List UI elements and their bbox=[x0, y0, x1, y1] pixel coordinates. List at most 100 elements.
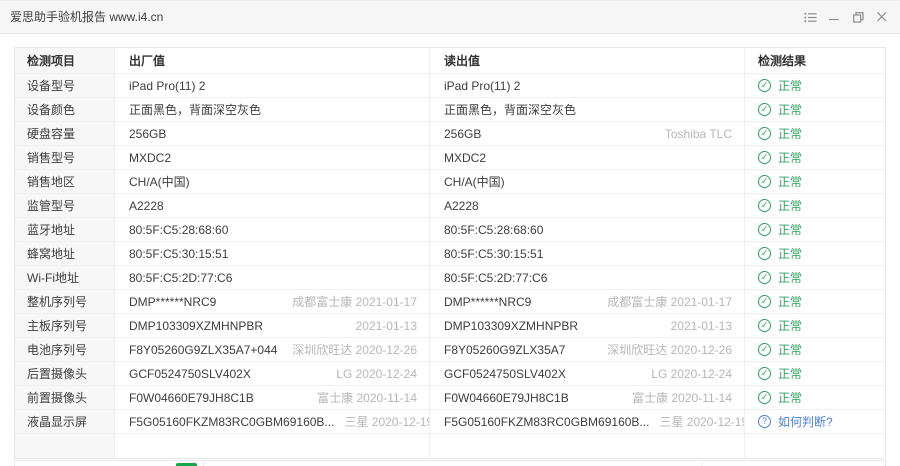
read-value: DMP103309XZMHNPBR bbox=[444, 318, 579, 333]
section-divider bbox=[702, 461, 703, 466]
check-circle-icon: ✓ bbox=[758, 367, 771, 380]
read-cell: 80:5F:C5:30:15:51 bbox=[430, 242, 745, 265]
result-cell: ✓ 正常 bbox=[745, 386, 885, 409]
result-cell[interactable]: ? 如何判断? bbox=[745, 410, 885, 433]
factory-value: F0W04660E79JH8C1B bbox=[129, 390, 254, 405]
item-cell: 销售型号 bbox=[15, 146, 115, 169]
item-cell: 设备颜色 bbox=[15, 98, 115, 121]
result-cell: ✓ 正常 bbox=[745, 146, 885, 169]
report-table-body: 设备型号 iPad Pro(11) 2 iPad Pro(11) 2 ✓ 正常 … bbox=[15, 74, 885, 458]
menu-list-button[interactable] bbox=[798, 5, 822, 29]
minimize-button[interactable] bbox=[822, 5, 846, 29]
result-cell: ✓ 正常 bbox=[745, 98, 885, 121]
check-circle-icon: ✓ bbox=[758, 391, 771, 404]
factory-note: 富士康 2020-11-14 bbox=[317, 391, 417, 405]
header-item: 检测项目 bbox=[15, 48, 115, 73]
factory-value: DMP103309XZMHNPBR bbox=[129, 318, 264, 333]
read-value: 正面黑色，背面深空灰色 bbox=[444, 103, 577, 117]
check-circle-icon: ✓ bbox=[758, 319, 771, 332]
factory-value: F8Y05260G9ZLX35A7+044 bbox=[129, 342, 278, 357]
header-result: 检测结果 bbox=[758, 54, 807, 68]
check-circle-icon: ✓ bbox=[758, 199, 771, 212]
result-cell: ✓ 正常 bbox=[745, 122, 885, 145]
restore-button[interactable] bbox=[846, 5, 870, 29]
report-table-header: 检测项目 出厂值 读出值 检测结果 bbox=[15, 48, 885, 74]
read-cell: GCF0524750SLV402X LG 2020-12-24 bbox=[430, 362, 745, 385]
result-label: 正常 bbox=[778, 199, 803, 213]
check-circle-icon: ✓ bbox=[758, 127, 771, 140]
factory-cell: DMP103309XZMHNPBR 2021-01-13 bbox=[115, 314, 430, 337]
factory-cell: MXDC2 bbox=[115, 146, 430, 169]
read-cell: 正面黑色，背面深空灰色 bbox=[430, 98, 745, 121]
read-cell: iPad Pro(11) 2 bbox=[430, 74, 745, 97]
result-cell: ✓ 正常 bbox=[745, 218, 885, 241]
table-row: 整机序列号 DMP******NRC9 成都富士康 2021-01-17 DMP… bbox=[15, 290, 885, 314]
result-label: 正常 bbox=[778, 247, 803, 261]
table-row bbox=[15, 434, 885, 458]
titlebar: 爱思助手验机报告 www.i4.cn bbox=[0, 1, 900, 34]
factory-note: 深圳欣旺达 2020-12-26 bbox=[292, 343, 417, 357]
factory-cell: F5G05160FKZM83RC0GBM69160B... 三星 2020-12… bbox=[115, 410, 430, 433]
table-row: 销售地区 CH/A(中国) CH/A(中国) ✓ 正常 bbox=[15, 170, 885, 194]
table-row: 蜂窝地址 80:5F:C5:30:15:51 80:5F:C5:30:15:51… bbox=[15, 242, 885, 266]
factory-value: 80:5F:C5:30:15:51 bbox=[129, 246, 229, 261]
check-circle-icon: ✓ bbox=[758, 223, 771, 236]
read-value: F0W04660E79JH8C1B bbox=[444, 390, 569, 405]
read-cell bbox=[430, 434, 745, 458]
result-label: 正常 bbox=[778, 343, 803, 357]
result-cell: ✓ 正常 bbox=[745, 338, 885, 361]
window-title: 爱思助手验机报告 www.i4.cn bbox=[10, 10, 164, 24]
header-factory: 出厂值 bbox=[115, 48, 430, 73]
read-value: A2228 bbox=[444, 198, 479, 213]
result-cell: ✓ 正常 bbox=[745, 290, 885, 313]
factory-value: 正面黑色，背面深空灰色 bbox=[129, 103, 262, 117]
result-cell: ✓ 正常 bbox=[745, 362, 885, 385]
item-cell: 后置摄像头 bbox=[15, 362, 115, 385]
factory-cell: 80:5F:C5:28:68:60 bbox=[115, 218, 430, 241]
table-row: 监管型号 A2228 A2228 ✓ 正常 bbox=[15, 194, 885, 218]
item-cell bbox=[15, 434, 115, 458]
minimize-icon bbox=[829, 18, 839, 21]
factory-cell: F0W04660E79JH8C1B 富士康 2020-11-14 bbox=[115, 386, 430, 409]
result-label: 正常 bbox=[778, 103, 803, 117]
item-cell: 监管型号 bbox=[15, 194, 115, 217]
close-button[interactable] bbox=[870, 5, 894, 29]
result-cell: ✓ 正常 bbox=[745, 314, 885, 337]
result-label: 正常 bbox=[778, 223, 803, 237]
read-note: 成都富士康 2021-01-17 bbox=[607, 295, 732, 309]
read-value: CH/A(中国) bbox=[444, 175, 505, 189]
factory-note: 2021-01-13 bbox=[355, 318, 417, 333]
factory-note: 三星 2020-12-19 bbox=[344, 415, 430, 429]
result-label: 正常 bbox=[778, 367, 803, 381]
read-cell: 80:5F:C5:2D:77:C6 bbox=[430, 266, 745, 289]
factory-cell: A2228 bbox=[115, 194, 430, 217]
result-label: 正常 bbox=[778, 127, 803, 141]
result-cell bbox=[745, 434, 885, 458]
read-value: 80:5F:C5:28:68:60 bbox=[444, 222, 544, 237]
read-value: MXDC2 bbox=[444, 150, 487, 165]
factory-value: MXDC2 bbox=[129, 150, 172, 165]
factory-value: CH/A(中国) bbox=[129, 175, 190, 189]
read-note: 2021-01-13 bbox=[670, 318, 732, 333]
check-circle-icon: ✓ bbox=[758, 175, 771, 188]
factory-cell: 80:5F:C5:30:15:51 bbox=[115, 242, 430, 265]
factory-cell: DMP******NRC9 成都富士康 2021-01-17 bbox=[115, 290, 430, 313]
check-circle-icon: ✓ bbox=[758, 343, 771, 356]
read-note: 富士康 2020-11-14 bbox=[632, 391, 732, 405]
read-value: 80:5F:C5:2D:77:C6 bbox=[444, 270, 548, 285]
result-label: 正常 bbox=[778, 79, 803, 93]
read-cell: F0W04660E79JH8C1B 富士康 2020-11-14 bbox=[430, 386, 745, 409]
result-cell: ✓ 正常 bbox=[745, 242, 885, 265]
factory-cell: 正面黑色，背面深空灰色 bbox=[115, 98, 430, 121]
read-cell: 256GB Toshiba TLC bbox=[430, 122, 745, 145]
read-value: iPad Pro(11) 2 bbox=[444, 78, 521, 93]
read-cell: DMP103309XZMHNPBR 2021-01-13 bbox=[430, 314, 745, 337]
item-cell: 电池序列号 bbox=[15, 338, 115, 361]
factory-note: 成都富士康 2021-01-17 bbox=[292, 295, 417, 309]
read-value: GCF0524750SLV402X bbox=[444, 366, 566, 381]
read-note: Toshiba TLC bbox=[664, 126, 732, 141]
read-cell: DMP******NRC9 成都富士康 2021-01-17 bbox=[430, 290, 745, 313]
check-circle-icon: ✓ bbox=[758, 151, 771, 164]
read-note: 深圳欣旺达 2020-12-26 bbox=[607, 343, 732, 357]
read-value: 256GB bbox=[444, 126, 482, 141]
